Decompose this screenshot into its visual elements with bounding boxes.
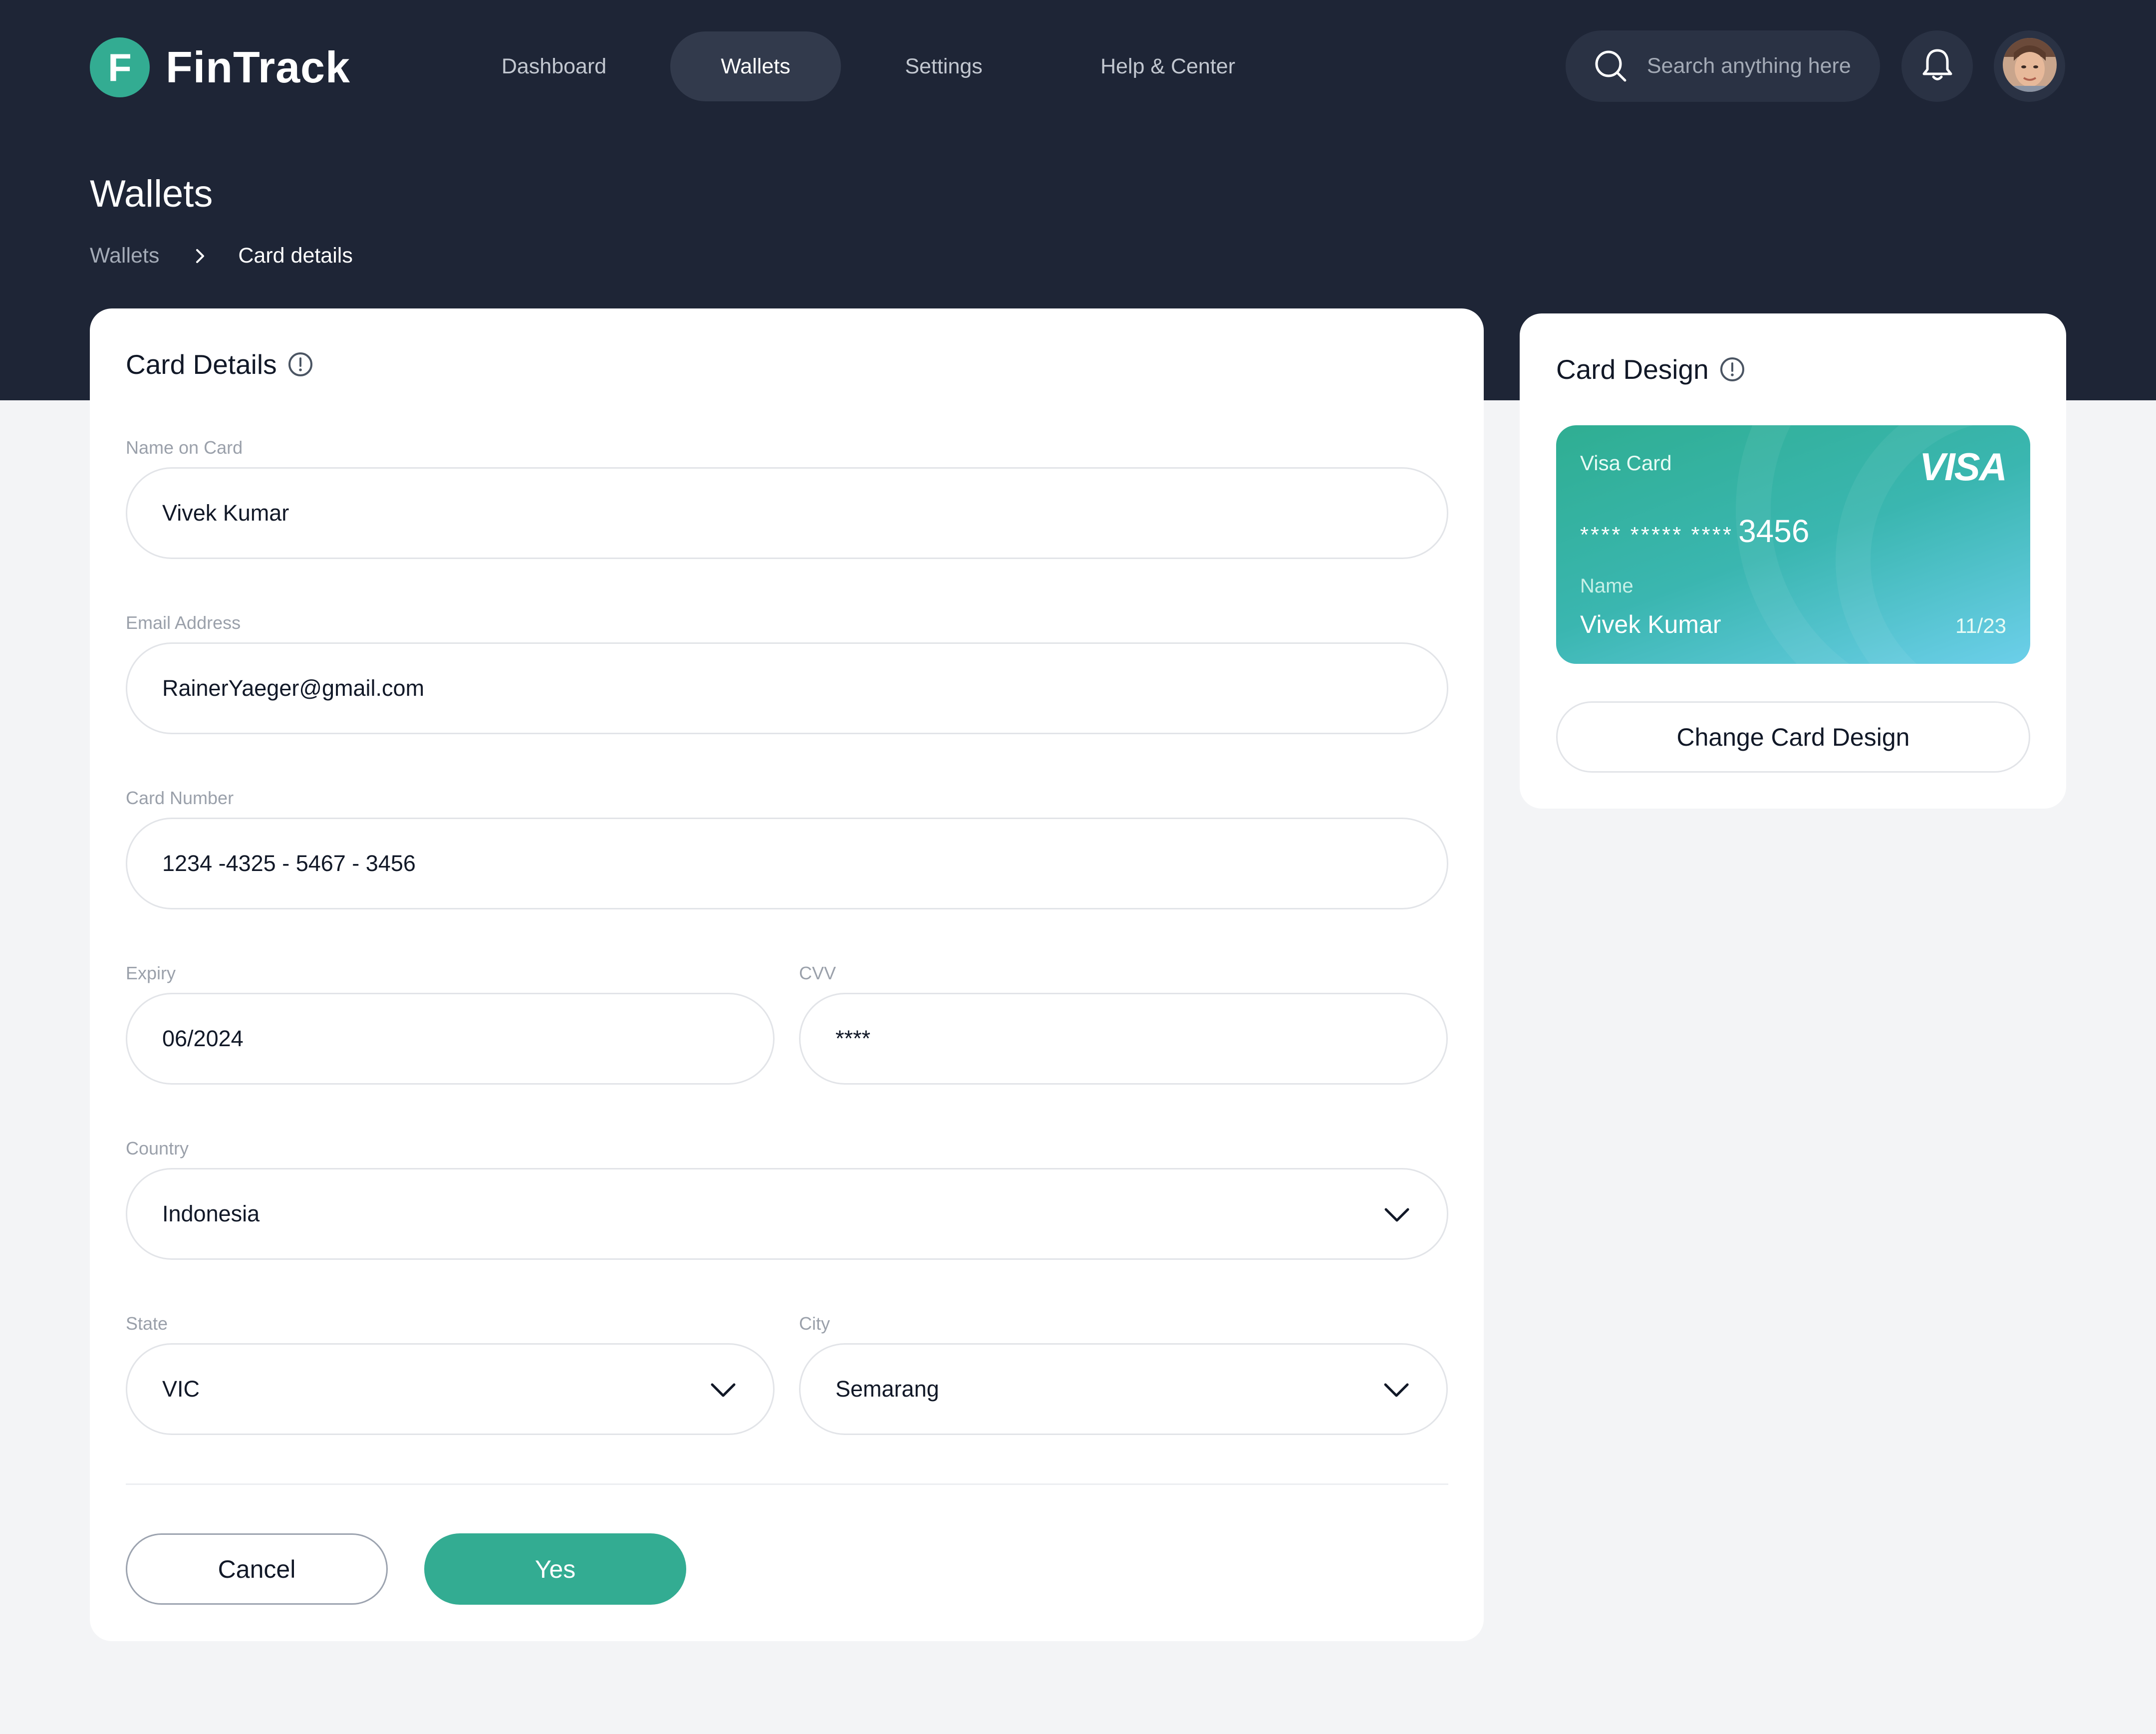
name-on-card-label: Name on Card bbox=[126, 437, 243, 458]
country-label: Country bbox=[126, 1138, 189, 1158]
breadcrumb-current: Card details bbox=[238, 244, 353, 268]
email-field[interactable]: RainerYaeger@gmail.com bbox=[126, 642, 1448, 734]
divider bbox=[126, 1483, 1448, 1485]
card-number-input[interactable]: 1234 -4325 - 5467 - 3456 bbox=[126, 818, 1448, 909]
card-type: Visa Card bbox=[1580, 451, 1672, 475]
change-card-design-button[interactable]: Change Card Design bbox=[1556, 701, 2030, 773]
chevron-down-icon bbox=[708, 1376, 738, 1406]
city-select[interactable]: Semarang bbox=[799, 1343, 1448, 1435]
profile-avatar-button[interactable] bbox=[1994, 30, 2065, 102]
card-details-title: Card Details bbox=[126, 349, 277, 380]
card-design-title: Card Design bbox=[1556, 354, 1709, 385]
bell-icon bbox=[1921, 47, 1953, 85]
expiry-input[interactable]: 06/2024 bbox=[126, 993, 775, 1085]
avatar bbox=[2002, 38, 2057, 94]
card-details-heading: Card Details bbox=[126, 348, 314, 380]
state-value: VIC bbox=[162, 1376, 200, 1402]
confirm-button[interactable]: Yes bbox=[424, 1533, 686, 1605]
card-number-masked: **** ***** **** 3456 bbox=[1580, 513, 1809, 550]
city-value: Semarang bbox=[835, 1376, 939, 1402]
card-expiry: 11/23 bbox=[1955, 614, 2006, 637]
card-number-mask: **** ***** **** bbox=[1580, 523, 1734, 547]
app-logo[interactable]: F FinTrack bbox=[90, 37, 350, 97]
chevron-down-icon bbox=[1382, 1200, 1412, 1230]
cvv-label: CVV bbox=[799, 963, 836, 983]
app-name: FinTrack bbox=[166, 42, 350, 92]
search-icon bbox=[1593, 48, 1629, 84]
cvv-input[interactable]: **** bbox=[799, 993, 1448, 1085]
state-select[interactable]: VIC bbox=[126, 1343, 775, 1435]
country-select[interactable]: Indonesia bbox=[126, 1168, 1448, 1260]
card-last4: 3456 bbox=[1738, 513, 1810, 549]
search-input[interactable]: Search anything here bbox=[1647, 54, 1851, 78]
breadcrumb-wallets-link[interactable]: Wallets bbox=[90, 244, 159, 268]
expiry-label: Expiry bbox=[126, 963, 176, 983]
cancel-button[interactable]: Cancel bbox=[126, 1533, 388, 1605]
name-on-card-input[interactable]: Vivek Kumar bbox=[126, 467, 1448, 559]
nav-settings[interactable]: Settings bbox=[878, 31, 1009, 101]
country-value: Indonesia bbox=[162, 1201, 260, 1226]
card-design-heading: Card Design bbox=[1556, 353, 1746, 385]
visa-card-preview: Visa Card VISA **** ***** **** 3456 Name… bbox=[1556, 425, 2030, 664]
info-icon[interactable] bbox=[1719, 356, 1746, 383]
card-number-label: Card Number bbox=[126, 788, 234, 808]
info-icon[interactable] bbox=[287, 351, 314, 378]
page-title: Wallets bbox=[90, 173, 213, 215]
email-label: Email Address bbox=[126, 612, 241, 633]
breadcrumb: Wallets Card details bbox=[90, 244, 353, 268]
card-details-panel: Card Details Name on Card Vivek Kumar Em… bbox=[90, 308, 1484, 1641]
nav-dashboard[interactable]: Dashboard bbox=[479, 31, 629, 101]
search-bar[interactable]: Search anything here bbox=[1566, 30, 1880, 102]
chevron-down-icon bbox=[1381, 1376, 1411, 1406]
card-holder-name: Vivek Kumar bbox=[1580, 610, 1721, 638]
city-label: City bbox=[799, 1313, 830, 1334]
nav-wallets[interactable]: Wallets bbox=[670, 31, 841, 101]
logo-icon: F bbox=[90, 37, 150, 97]
state-label: State bbox=[126, 1313, 168, 1334]
nav-help-center[interactable]: Help & Center bbox=[1073, 31, 1263, 101]
notifications-button[interactable] bbox=[1901, 30, 1973, 102]
card-design-panel: Card Design Visa Card VISA **** ***** **… bbox=[1520, 313, 2066, 809]
card-name-label: Name bbox=[1580, 575, 1633, 597]
visa-logo: VISA bbox=[1919, 445, 2007, 489]
chevron-right-icon bbox=[190, 246, 210, 266]
